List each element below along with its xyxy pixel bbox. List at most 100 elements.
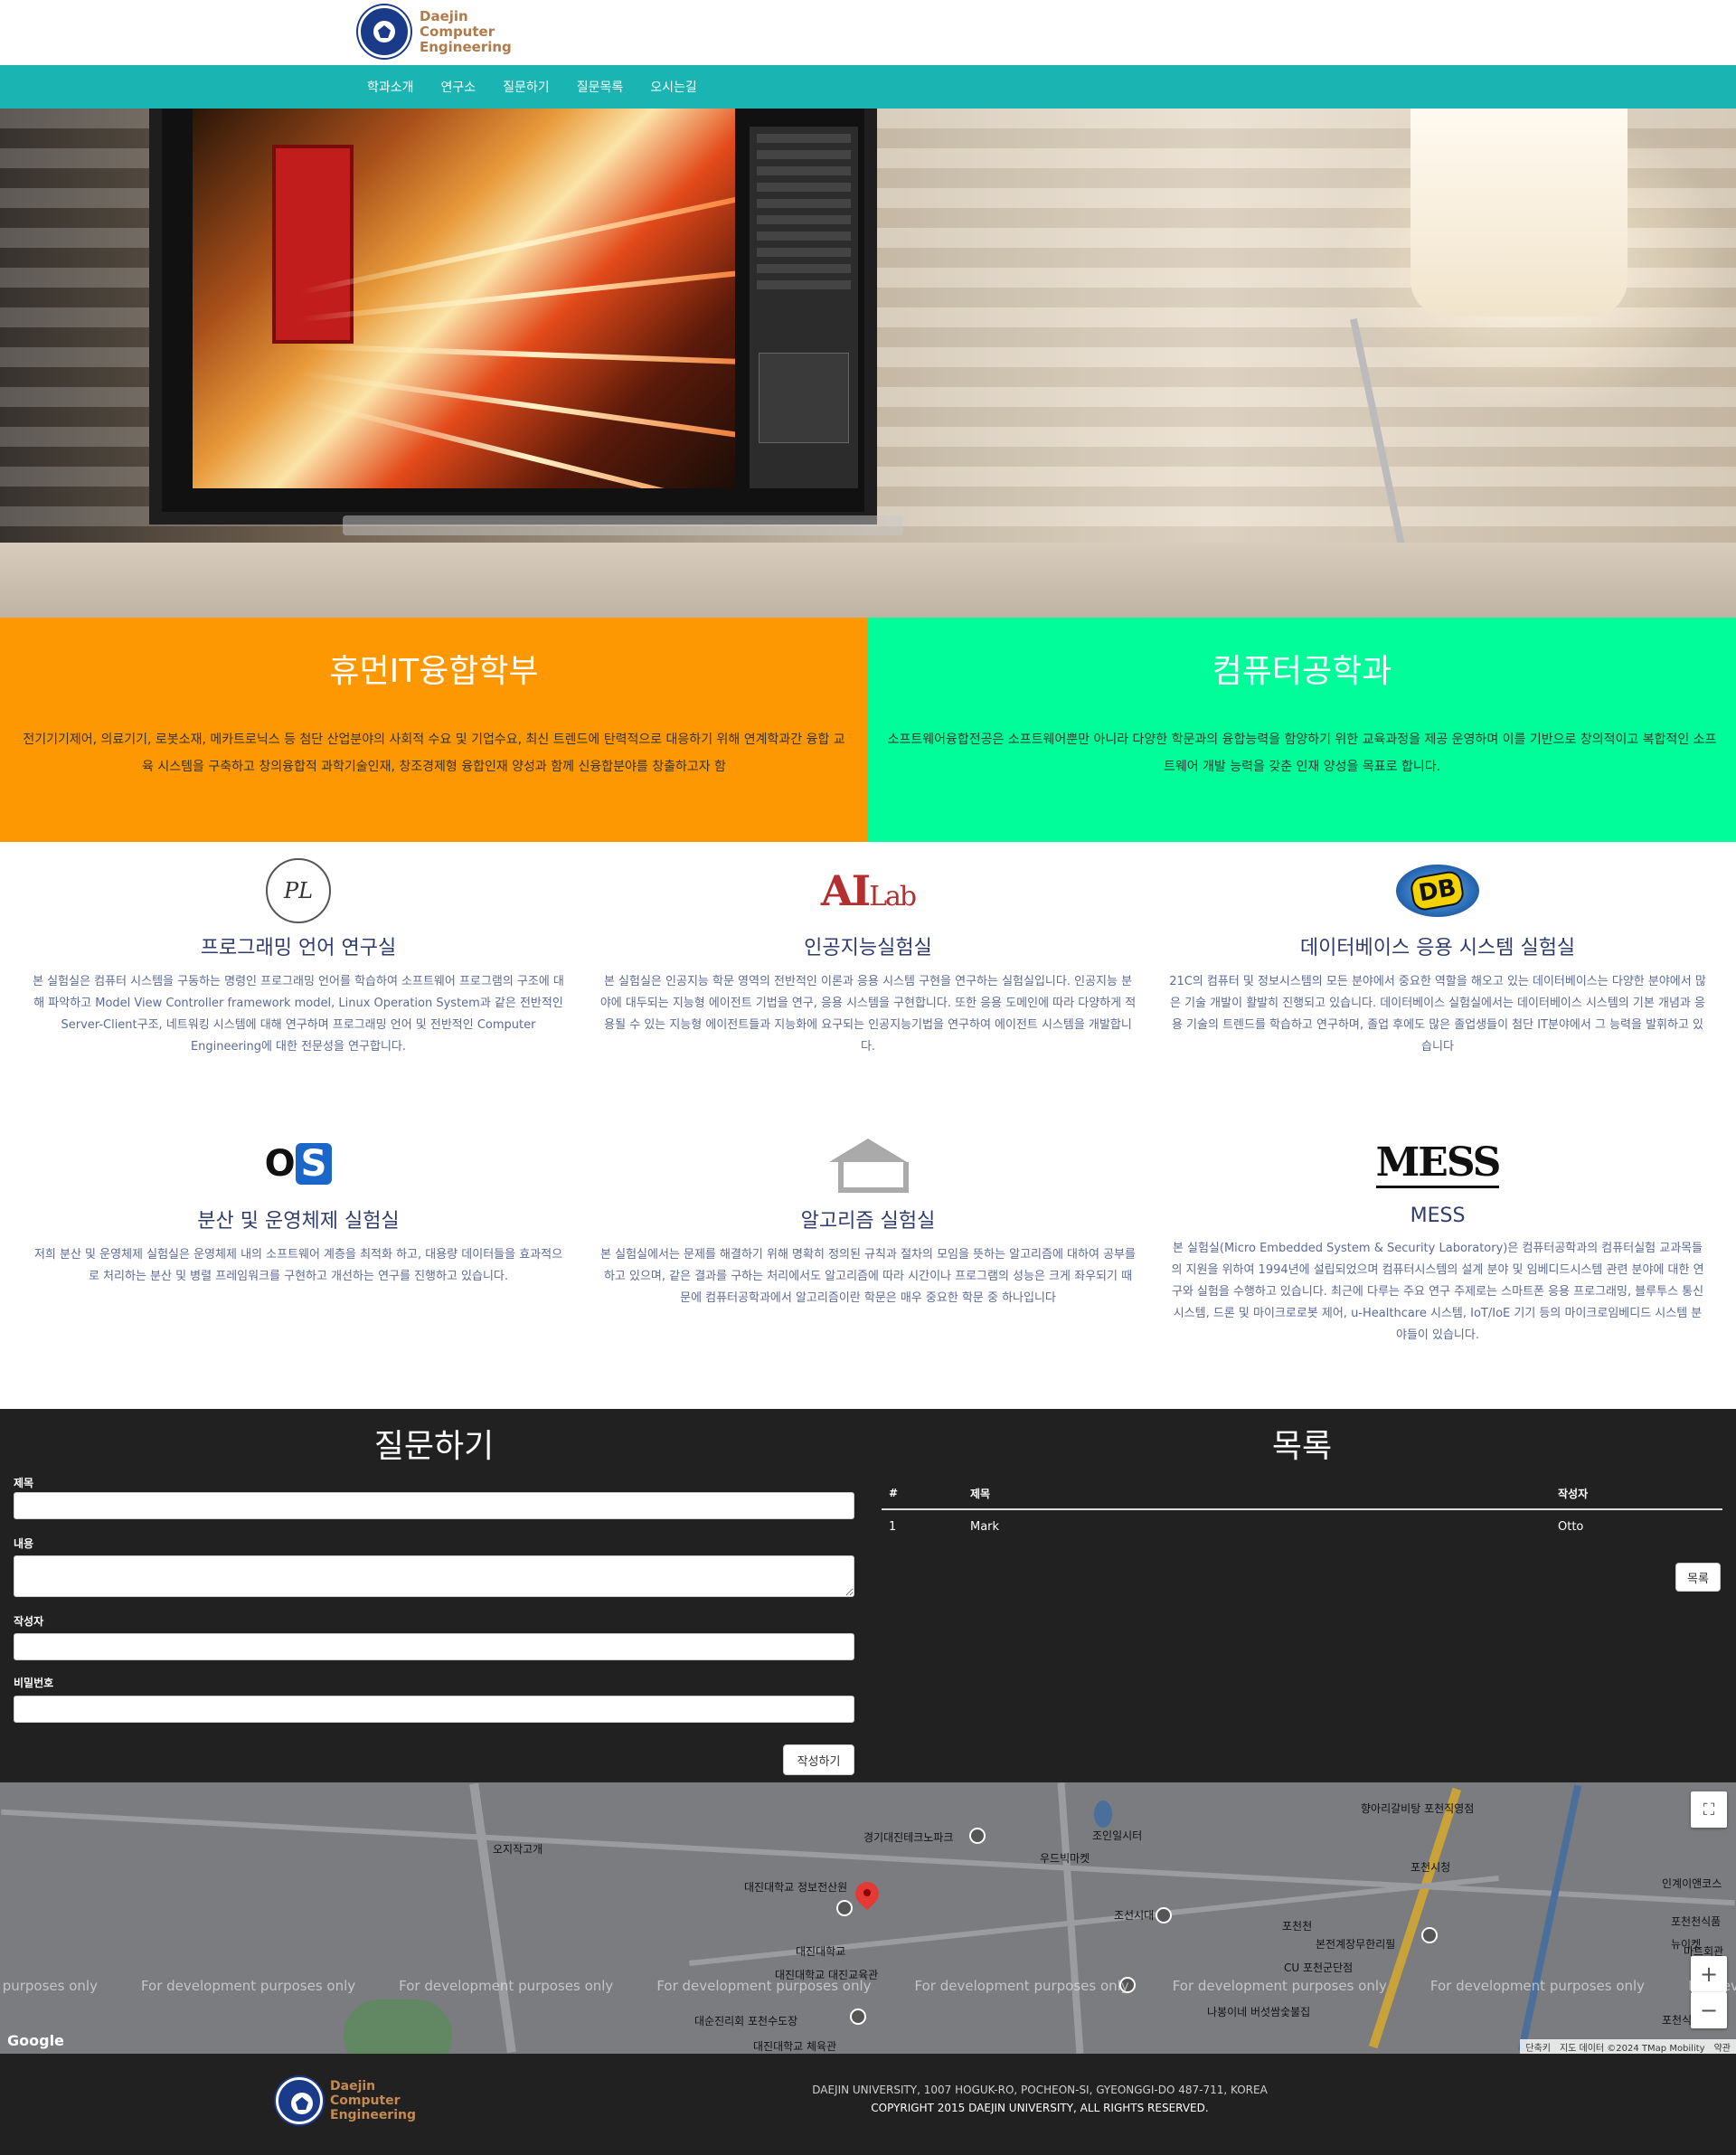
cell-title: Mark [970, 1519, 1000, 1534]
author-field[interactable] [14, 1633, 854, 1660]
ai-lab-logo: AILab [820, 866, 917, 915]
nav-item-labs[interactable]: 연구소 [441, 78, 476, 96]
app-dock [343, 515, 903, 535]
nav-item-directions[interactable]: 오시는길 [650, 78, 697, 96]
logo-line-3: Engineering [420, 38, 512, 55]
map-label: 인계이앤코스 [1662, 1877, 1722, 1890]
laptop-screen [149, 109, 903, 535]
map-label: 대진대학교 정보전산원 [744, 1881, 848, 1894]
footer-logo: Daejin Computer Engineering [276, 2077, 416, 2124]
dept-title: 휴먼IT융합학부 [329, 653, 539, 690]
location-pin-icon[interactable] [855, 1882, 879, 1913]
zoom-in-icon[interactable]: + [1691, 1956, 1727, 1992]
logo-line-3: Engineering [330, 2108, 416, 2122]
col-number: # [889, 1487, 899, 1499]
map-label: 포천시청 [1410, 1861, 1451, 1874]
password-field[interactable] [14, 1696, 854, 1723]
map-label: 나봉이네 버섯쌈숯불집 [1207, 2006, 1311, 2018]
map-label: 향아리갈비탕 포천직영점 [1361, 1802, 1475, 1815]
nav-item-about[interactable]: 학과소개 [367, 78, 414, 96]
lab-description: 본 실험실(Micro Embedded System & Security L… [1171, 1242, 1704, 1342]
poi-marker-icon[interactable] [1156, 1907, 1172, 1923]
logo-line-2: Computer [330, 2094, 401, 2108]
poi-marker-icon[interactable] [836, 1900, 853, 1916]
question-table: # 제목 작성자 1 Mark Otto [882, 1478, 1722, 1543]
site-footer: Daejin Computer Engineering DAEJIN UNIVE… [0, 2054, 1736, 2155]
os-lab-logo: OS [265, 1143, 333, 1185]
lab-title: 알고리즘 실험실 [800, 1210, 936, 1233]
mess-lab-logo: MESS [1375, 1139, 1501, 1188]
lab-description: 본 실험실은 인공지능 학문 영역의 전반적인 이론과 응용 시스템 구현을 연… [599, 975, 1137, 1054]
lab-title: 분산 및 운영체제 실험실 [197, 1210, 400, 1233]
map-label: 포천천식품 [1671, 1915, 1722, 1928]
pl-lab-logo: PL [266, 858, 331, 923]
title-field[interactable] [14, 1492, 854, 1519]
dev-watermark: opment purposes onlyFor development purp… [0, 1978, 1736, 1994]
logo-line-1: Daejin [420, 7, 468, 24]
col-title: 제목 [970, 1487, 991, 1500]
title-label: 제목 [14, 1477, 34, 1489]
long-exposure-photo [193, 109, 735, 488]
map-label: 경기대진테크노파크 [863, 1831, 954, 1844]
password-label: 비밀번호 [14, 1677, 54, 1689]
lab-description: 본 실험실에서는 문제를 해결하기 위해 명확히 정의된 규칙과 절차의 모임을… [600, 1248, 1136, 1305]
poi-marker-icon[interactable] [1421, 1927, 1438, 1943]
shortcuts-link[interactable]: 단축키 [1525, 2040, 1551, 2054]
logo-text: Daejin Computer Engineering [420, 7, 512, 55]
dept-description: 전기기기제어, 의료기기, 로봇소재, 메카트로닉스 등 첨단 산업분야의 사회… [23, 733, 845, 774]
col-author: 작성자 [1558, 1487, 1589, 1500]
content-field[interactable] [14, 1555, 854, 1597]
submit-button[interactable]: 작성하기 [783, 1744, 854, 1775]
author-label: 작성자 [14, 1615, 44, 1628]
fullscreen-icon[interactable]: ⛶ [1691, 1791, 1727, 1828]
map-label: 대순진리회 포천수도장 [694, 2015, 798, 2027]
footer-copyright: COPYRIGHT 2015 DAEJIN UNIVERSITY, ALL RI… [871, 2102, 1209, 2114]
desk-surface [0, 543, 1736, 618]
lab-card-ai: AILab 인공지능실험실 본 실험실은 인공지능 학문 영역의 전반적인 이론… [597, 859, 1139, 1058]
list-title: 목록 [1271, 1428, 1333, 1465]
map-embed[interactable]: 오지작고개 경기대진테크노파크 대진대학교 정보전산원 대진대학교 대진대학교 … [0, 1782, 1736, 2054]
cell-author: Otto [1558, 1519, 1584, 1534]
map-label: 대진대학교 [796, 1945, 846, 1958]
university-logo[interactable]: Daejin Computer Engineering [358, 5, 512, 58]
site-header: Daejin Computer Engineering [0, 0, 1736, 65]
footer-logo-text: Daejin Computer Engineering [330, 2079, 416, 2122]
dept-panel-human-it: 휴먼IT융합학부 전기기기제어, 의료기기, 로봇소재, 메카트로닉스 등 첨단… [0, 618, 868, 842]
db-lab-logo: DB [1396, 865, 1479, 917]
list-button[interactable]: 목록 [1675, 1563, 1721, 1592]
main-nav: 학과소개 연구소 질문하기 질문목록 오시는길 [0, 65, 1736, 109]
lab-description: 저희 분산 및 운영체제 실험실은 운영체제 내의 소프트웨어 계층을 최적화 … [33, 1248, 563, 1283]
table-row[interactable]: 1 Mark Otto [882, 1510, 1722, 1543]
map-label: 대진대학교 체육관 [753, 2040, 837, 2053]
poi-marker-icon[interactable] [850, 2008, 866, 2025]
hero-image [0, 109, 1736, 618]
university-seal-icon [358, 5, 410, 58]
map-label: 본전계장무한리필 [1316, 1938, 1396, 1951]
map-label: 포천천 [1282, 1920, 1313, 1933]
table-header: # 제목 작성자 [882, 1478, 1722, 1510]
map-label: CU 포천군단점 [1284, 1961, 1354, 1974]
algorithm-lab-logo [829, 1139, 909, 1193]
google-logo: Google [7, 2032, 64, 2049]
content-label: 내용 [14, 1537, 34, 1550]
lab-description: 21C의 컴퓨터 및 정보시스템의 모든 분야에서 중요한 역할을 해오고 있는… [1169, 975, 1706, 1054]
terms-link[interactable]: 약관 [1714, 2040, 1731, 2054]
nav-item-ask[interactable]: 질문하기 [503, 78, 550, 96]
footer-text: DAEJIN UNIVERSITY, 1007 HOGUK-RO, POCHEO… [778, 2081, 1302, 2117]
footer-address: DAEJIN UNIVERSITY, 1007 HOGUK-RO, POCHEO… [812, 2084, 1268, 2096]
lab-card-db: DB 데이터베이스 응용 시스템 실험실 21C의 컴퓨터 및 정보시스템의 모… [1166, 859, 1709, 1058]
logo-line-1: Daejin [330, 2079, 376, 2094]
lab-card-algorithm: 알고리즘 실험실 본 실험실에서는 문제를 해결하기 위해 명확히 정의된 규칙… [597, 1132, 1139, 1309]
lab-card-mess: MESS MESS 본 실험실(Micro Embedded System & … [1166, 1132, 1709, 1347]
poi-marker-icon[interactable] [969, 1828, 986, 1844]
lab-title: MESS [1410, 1205, 1466, 1227]
lab-description: 본 실험실은 컴퓨터 시스템을 구동하는 명령인 프로그래밍 언어를 학습하여 … [33, 975, 564, 1054]
ask-title: 질문하기 [373, 1428, 495, 1465]
dept-panel-computer-eng: 컴퓨터공학과 소프트웨어융합전공은 소프트웨어뿐만 아니라 다양한 학문과의 융… [868, 618, 1736, 842]
zoom-out-icon[interactable]: − [1691, 1992, 1727, 2028]
lab-title: 인공지능실험실 [804, 937, 932, 959]
logo-line-2: Computer [420, 23, 495, 40]
lab-title: 데이터베이스 응용 시스템 실험실 [1299, 937, 1576, 959]
map-label: 우드빅마켓 [1040, 1852, 1090, 1865]
nav-item-list[interactable]: 질문목록 [577, 78, 624, 96]
